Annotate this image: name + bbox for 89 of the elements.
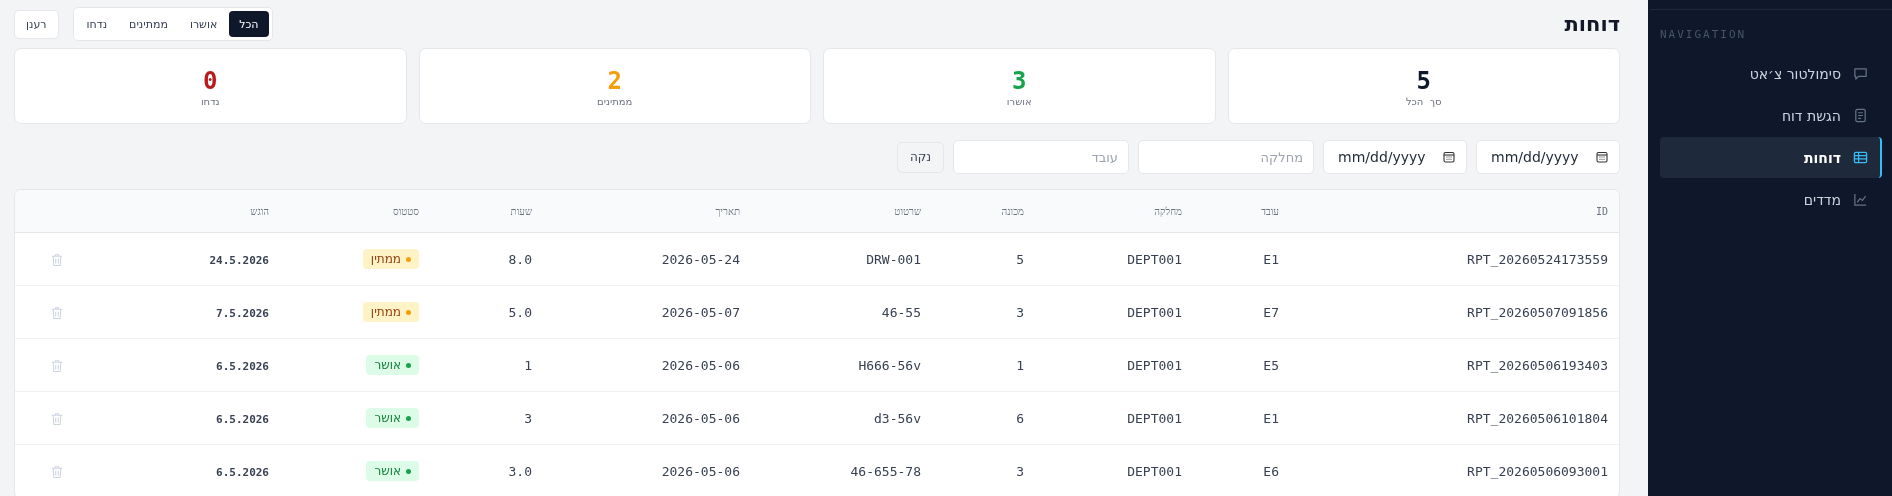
- status-badge: ממתין: [362, 302, 419, 322]
- hours-cell: 8.0: [508, 251, 532, 267]
- nav-item[interactable]: מדדים: [1660, 179, 1882, 220]
- stat-value: 0: [203, 65, 218, 96]
- column-header: תאריך: [715, 205, 740, 217]
- id-cell: RPT_20260506193403: [1467, 357, 1608, 373]
- date-cell: 2026-05-06: [661, 357, 740, 373]
- machine-cell: 1: [1016, 357, 1024, 373]
- nav-item[interactable]: הגשת דוח: [1660, 95, 1882, 136]
- drawing-cell: 46-655-78: [850, 463, 921, 479]
- column-header: מחלקה: [1154, 205, 1182, 217]
- date-field[interactable]: mm/dd/yyyy: [1476, 140, 1620, 174]
- id-cell: RPT_20260506093001: [1467, 463, 1608, 479]
- department-cell: DEPT001: [1127, 304, 1182, 320]
- column-header: סטטוס: [393, 205, 419, 217]
- date-cell: 2026-05-06: [661, 463, 740, 479]
- department-field[interactable]: מחלקה: [1138, 140, 1314, 174]
- stat-label: נדחו: [200, 95, 220, 107]
- hours-cell: 1: [524, 357, 532, 373]
- submitted-cell: 6.5.2026: [216, 412, 269, 426]
- id-cell: RPT_20260506101804: [1467, 410, 1608, 426]
- filter-tab[interactable]: נדחו: [76, 11, 118, 37]
- stat-value: 5: [1416, 65, 1431, 96]
- column-header: הוגש: [250, 205, 269, 217]
- trash-icon[interactable]: [51, 252, 63, 267]
- employee-cell: E6: [1263, 463, 1279, 479]
- section-label: NAVIGATION: [1660, 27, 1748, 43]
- department-cell: DEPT001: [1127, 463, 1182, 479]
- submitted-cell: 6.5.2026: [216, 465, 269, 479]
- drawing-cell: H666-56v: [858, 357, 921, 373]
- date-field[interactable]: mm/dd/yyyy: [1323, 140, 1467, 174]
- nav-item[interactable]: דוחות: [1660, 137, 1882, 178]
- trash-icon[interactable]: [51, 411, 63, 426]
- date-cell: 2026-05-06: [661, 410, 740, 426]
- filter-tab[interactable]: ממתינים: [119, 11, 178, 37]
- column-header: ID: [1595, 205, 1608, 217]
- submitted-cell: 24.5.2026: [209, 253, 269, 267]
- employee-cell: E1: [1263, 410, 1279, 426]
- status-badge: אושר: [366, 355, 419, 375]
- page-title: דוחות: [1564, 12, 1620, 36]
- filter-tab[interactable]: הכל: [229, 11, 269, 37]
- hours-cell: 3: [524, 410, 532, 426]
- drawing-cell: 46-55: [881, 304, 921, 320]
- chart-icon: [1853, 192, 1868, 207]
- column-header: שעות: [510, 205, 532, 217]
- filter-tab[interactable]: אושרו: [179, 11, 228, 37]
- submitted-cell: 6.5.2026: [216, 359, 269, 373]
- stat-label: אושרו: [1006, 95, 1032, 107]
- trash-icon[interactable]: [51, 464, 63, 479]
- trash-icon[interactable]: [51, 305, 63, 320]
- department-cell: DEPT001: [1127, 410, 1182, 426]
- id-cell: RPT_20260507091856: [1467, 304, 1608, 320]
- drawing-cell: d3-56v: [874, 410, 921, 426]
- hours-cell: 5.0: [508, 304, 532, 320]
- id-cell: RPT_20260524173559: [1467, 251, 1608, 267]
- employee-cell: E1: [1263, 251, 1279, 267]
- refresh-button[interactable]: רענן: [14, 9, 59, 39]
- stat-value: 2: [607, 65, 622, 96]
- calendar-icon: [1443, 151, 1455, 163]
- machine-cell: 3: [1016, 304, 1024, 320]
- employee-cell: E7: [1263, 304, 1279, 320]
- department-cell: DEPT001: [1127, 357, 1182, 373]
- calendar-icon: [1596, 151, 1608, 163]
- status-badge: אושר: [366, 408, 419, 428]
- column-header: שרטוט: [894, 205, 921, 217]
- status-badge: ממתין: [362, 249, 419, 269]
- chat-icon: [1853, 66, 1868, 81]
- clear-button[interactable]: נקה: [897, 141, 944, 173]
- nav-item[interactable]: סימולטור צ׳אט: [1660, 53, 1882, 94]
- employee-field[interactable]: עובד: [953, 140, 1129, 174]
- submitted-cell: 7.5.2026: [216, 306, 269, 320]
- date-cell: 2026-05-24: [661, 251, 740, 267]
- hours-cell: 3.0: [508, 463, 532, 479]
- status-badge: אושר: [366, 461, 419, 481]
- machine-cell: 3: [1016, 463, 1024, 479]
- column-header: עובד: [1261, 205, 1279, 217]
- machine-cell: 6: [1016, 410, 1024, 426]
- document-icon: [1853, 108, 1868, 123]
- department-cell: DEPT001: [1127, 251, 1182, 267]
- date-cell: 2026-05-07: [661, 304, 740, 320]
- machine-cell: 5: [1016, 251, 1024, 267]
- stat-label: סך הכל: [1405, 95, 1442, 107]
- column-header: מכונה: [1001, 205, 1024, 217]
- drawing-cell: DRW-001: [866, 251, 921, 267]
- table-icon: [1853, 150, 1868, 165]
- stat-label: ממתינים: [597, 95, 633, 107]
- employee-cell: E5: [1263, 357, 1279, 373]
- stat-value: 3: [1012, 65, 1027, 96]
- trash-icon[interactable]: [51, 358, 63, 373]
